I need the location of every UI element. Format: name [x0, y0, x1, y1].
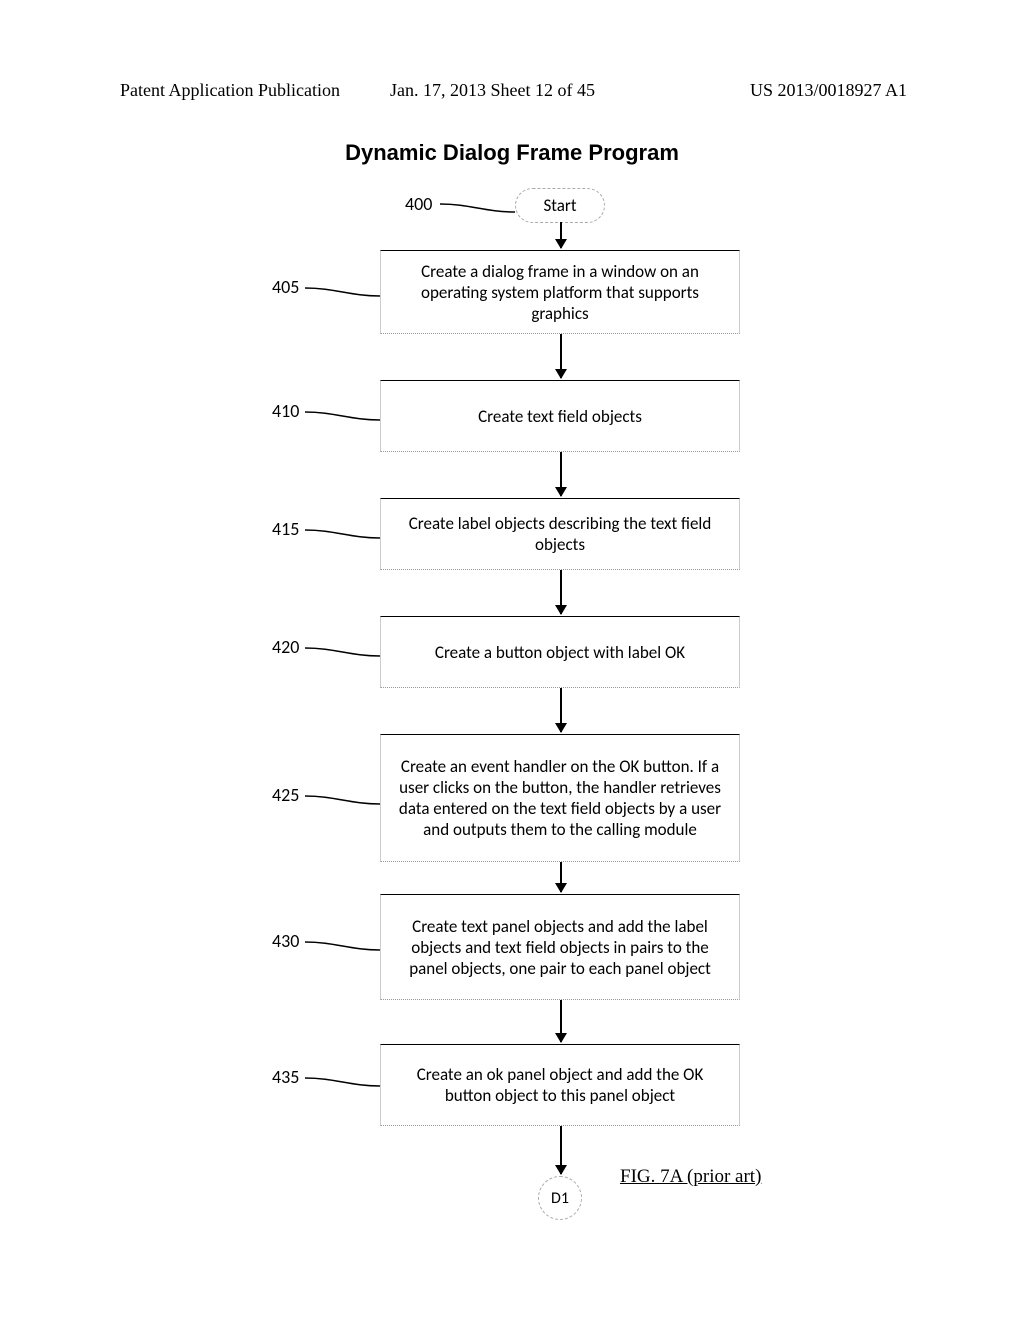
step-430: Create text panel objects and add the la… — [380, 894, 740, 1000]
header-left: Patent Application Publication — [120, 80, 340, 101]
connector-d1: D1 — [538, 1176, 582, 1220]
diagram-title: Dynamic Dialog Frame Program — [0, 140, 1024, 166]
arrow-6 — [560, 1000, 562, 1042]
header-right: US 2013/0018927 A1 — [750, 80, 907, 101]
start-terminator: Start — [515, 188, 605, 223]
header-mid: Jan. 17, 2013 Sheet 12 of 45 — [390, 80, 595, 101]
arrow-5 — [560, 862, 562, 892]
step-420: Create a button object with label OK — [380, 616, 740, 688]
label-410: 410 — [272, 400, 299, 422]
figure-label: FIG. 7A (prior art) — [620, 1166, 761, 1188]
lead-420 — [305, 642, 380, 662]
arrow-4 — [560, 688, 562, 732]
lead-415 — [305, 524, 380, 544]
step-405: Create a dialog frame in a window on an … — [380, 250, 740, 334]
label-405: 405 — [272, 276, 299, 298]
label-425: 425 — [272, 784, 299, 806]
label-430: 430 — [272, 930, 299, 952]
arrow-1 — [560, 334, 562, 378]
lead-430 — [305, 936, 380, 956]
lead-400 — [440, 198, 515, 218]
label-420: 420 — [272, 636, 299, 658]
step-425: Create an event handler on the OK button… — [380, 734, 740, 862]
arrow-0 — [560, 222, 562, 248]
lead-405 — [305, 282, 380, 302]
lead-435 — [305, 1072, 380, 1092]
step-435: Create an ok panel object and add the OK… — [380, 1044, 740, 1126]
lead-425 — [305, 790, 380, 810]
lead-410 — [305, 406, 380, 426]
arrow-3 — [560, 570, 562, 614]
label-400: 400 — [405, 193, 432, 215]
label-435: 435 — [272, 1066, 299, 1088]
arrow-2 — [560, 452, 562, 496]
arrow-7 — [560, 1126, 562, 1174]
label-415: 415 — [272, 518, 299, 540]
step-415: Create label objects describing the text… — [380, 498, 740, 570]
step-410: Create text field objects — [380, 380, 740, 452]
